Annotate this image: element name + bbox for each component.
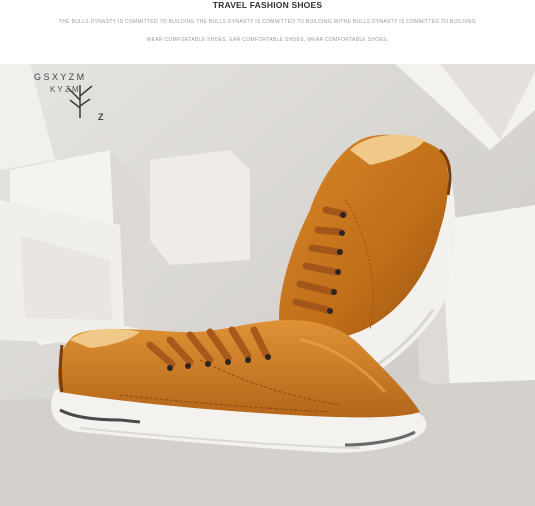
tagline-line-2: WEAR COMFORTABLE SHOES, EAR COMFORTABLE …	[146, 37, 389, 43]
page-title: TRAVEL FASHION SHOES	[212, 0, 323, 10]
tagline-line-1: THE BULLS DYNASTY IS COMMITTED TO BUILDI…	[58, 19, 477, 25]
tree-letters: G S X Y Z M	[34, 72, 84, 82]
svg-text:K Y Z M: K Y Z M	[50, 85, 79, 94]
product-header: TRAVEL FASHION SHOES THE BULLS DYNASTY I…	[0, 0, 535, 64]
product-photo: G S X Y Z M K Y Z M Z	[0, 64, 535, 506]
wall-letter: Z	[98, 112, 104, 122]
